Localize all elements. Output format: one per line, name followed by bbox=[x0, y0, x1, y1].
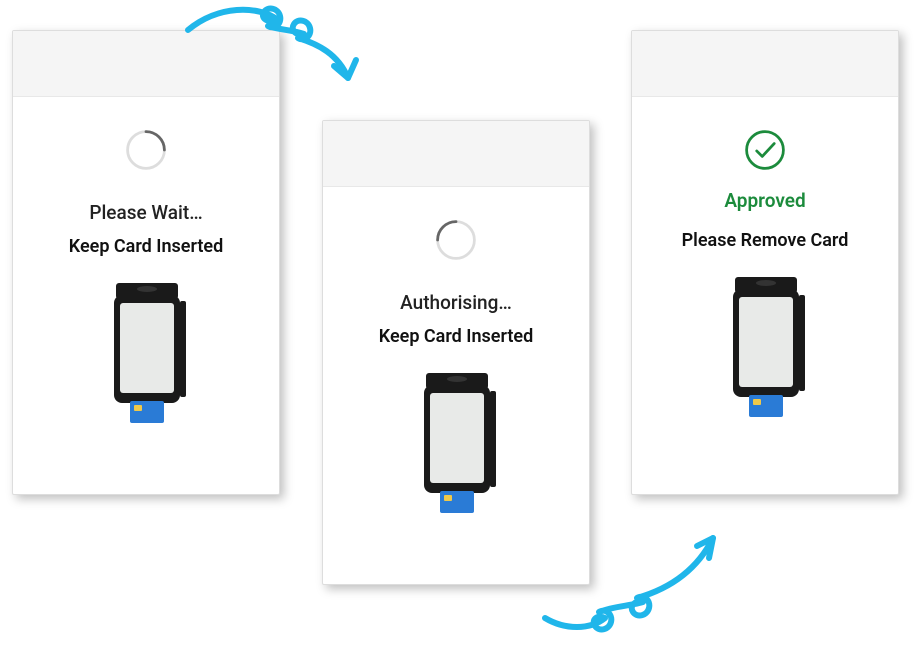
flow-arrow-2-icon bbox=[535, 508, 755, 638]
status-subtext: Keep Card Inserted bbox=[323, 326, 589, 347]
screen-body: Please Wait… Keep Card Inserted bbox=[13, 97, 279, 423]
checkmark-icon bbox=[742, 127, 788, 173]
screen-body: Approved Please Remove Card bbox=[632, 97, 898, 417]
payment-terminal-icon bbox=[96, 283, 196, 423]
screen-header bbox=[323, 121, 589, 187]
spinner-icon bbox=[123, 127, 169, 173]
status-subtext: Keep Card Inserted bbox=[13, 236, 279, 257]
screen-approved: Approved Please Remove Card bbox=[631, 30, 899, 495]
spinner-icon bbox=[433, 217, 479, 263]
screen-header bbox=[632, 31, 898, 97]
status-text: Authorising… bbox=[323, 291, 589, 314]
payment-terminal-icon bbox=[715, 277, 815, 417]
status-text: Please Wait… bbox=[13, 201, 279, 224]
status-subtext: Please Remove Card bbox=[632, 230, 898, 251]
flow-arrow-1-icon bbox=[178, 0, 378, 110]
payment-terminal-icon bbox=[406, 373, 506, 513]
status-text: Approved bbox=[632, 189, 898, 212]
screen-body: Authorising… Keep Card Inserted bbox=[323, 187, 589, 513]
